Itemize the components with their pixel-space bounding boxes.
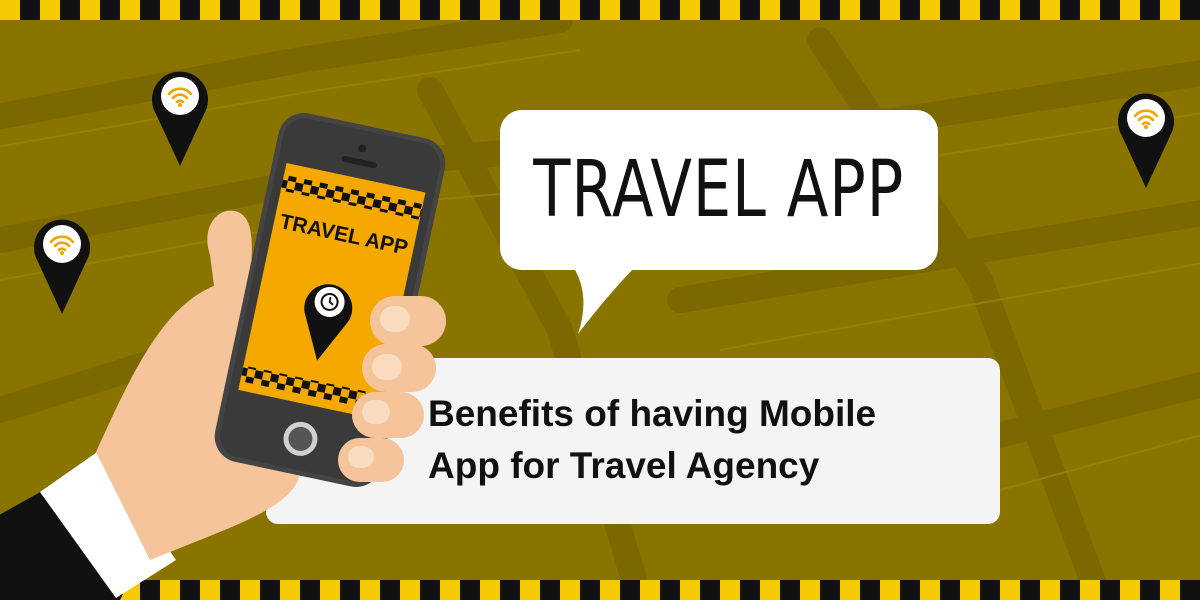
travel-app-banner: TRAVEL APP Benefits of having Mobile App… [0, 0, 1200, 600]
headline-line-2: App for Travel Agency [428, 445, 820, 486]
wifi-location-pin-icon [34, 219, 90, 314]
headline: Benefits of having Mobile App for Travel… [428, 388, 988, 492]
bubble-title: TRAVEL APP [533, 145, 905, 235]
headline-card: Benefits of having Mobile App for Travel… [266, 358, 1000, 524]
checker-strip-bottom [0, 580, 1200, 600]
checker-strip-top [0, 0, 1200, 20]
speech-bubble: TRAVEL APP [500, 110, 938, 270]
wifi-location-pin-icon [1118, 93, 1174, 188]
headline-line-1: Benefits of having Mobile [428, 393, 877, 434]
speech-bubble-tail [570, 262, 640, 334]
wifi-location-pin-icon [152, 71, 208, 166]
